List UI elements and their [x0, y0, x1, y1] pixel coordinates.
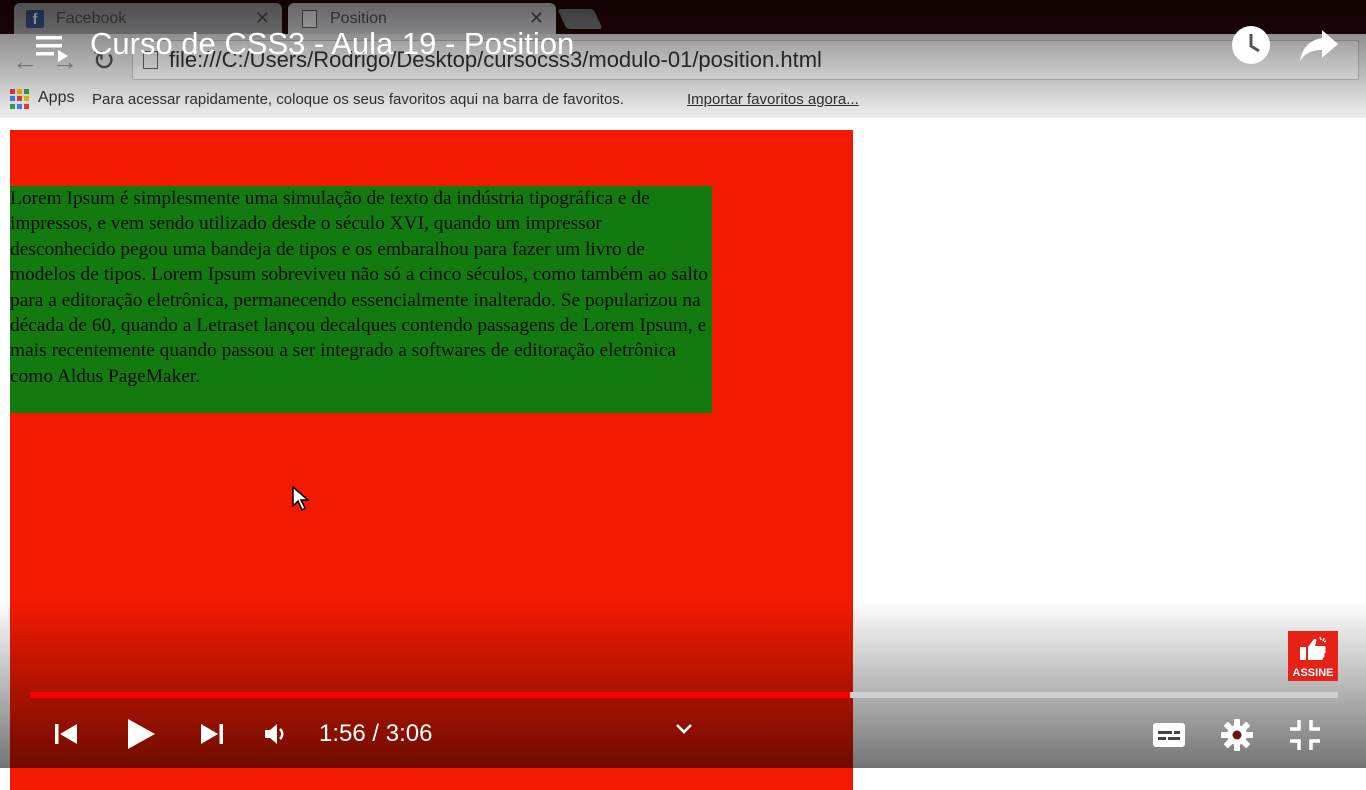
share-icon[interactable]	[1298, 26, 1340, 64]
subscribe-label: ASSINE	[1292, 667, 1334, 679]
chevron-down-icon[interactable]	[673, 718, 695, 740]
positioned-green-box: Lorem Ipsum é simplesmente uma simulação…	[10, 186, 712, 413]
subscribe-button[interactable]: ASSINE	[1288, 631, 1338, 681]
bookmarks-bar: Apps Para acessar rapidamente, coloque o…	[0, 84, 1366, 119]
facebook-icon: f	[26, 10, 44, 28]
apps-grid-icon	[10, 89, 30, 109]
bookmarks-hint: Para acessar rapidamente, coloque os seu…	[92, 91, 624, 108]
lorem-paragraph: Lorem Ipsum é simplesmente uma simulação…	[10, 188, 708, 387]
video-title[interactable]: Curso de CSS3 - Aula 19 - Position	[90, 26, 574, 62]
thumbs-up-icon	[1300, 636, 1327, 660]
settings-gear-icon[interactable]	[1220, 718, 1254, 752]
previous-icon[interactable]	[52, 720, 80, 748]
next-icon[interactable]	[198, 720, 226, 748]
time-display: 1:56 / 3:06	[319, 720, 433, 747]
recorded-browser-window: f Facebook ✕ Position ✕ ← → ↻ file:///C:…	[0, 0, 1366, 790]
playlist-icon[interactable]	[34, 32, 74, 64]
progress-bar[interactable]	[30, 692, 1338, 698]
import-bookmarks-link: Importar favoritos agora...	[687, 91, 859, 108]
mouse-cursor-icon	[292, 486, 310, 512]
progress-played	[30, 692, 851, 698]
play-icon[interactable]	[124, 716, 158, 752]
apps-label: Apps	[38, 89, 75, 106]
exit-fullscreen-icon[interactable]	[1288, 718, 1322, 752]
captions-icon[interactable]	[1152, 721, 1186, 749]
volume-icon[interactable]	[262, 720, 290, 748]
watch-later-icon[interactable]	[1231, 25, 1271, 65]
